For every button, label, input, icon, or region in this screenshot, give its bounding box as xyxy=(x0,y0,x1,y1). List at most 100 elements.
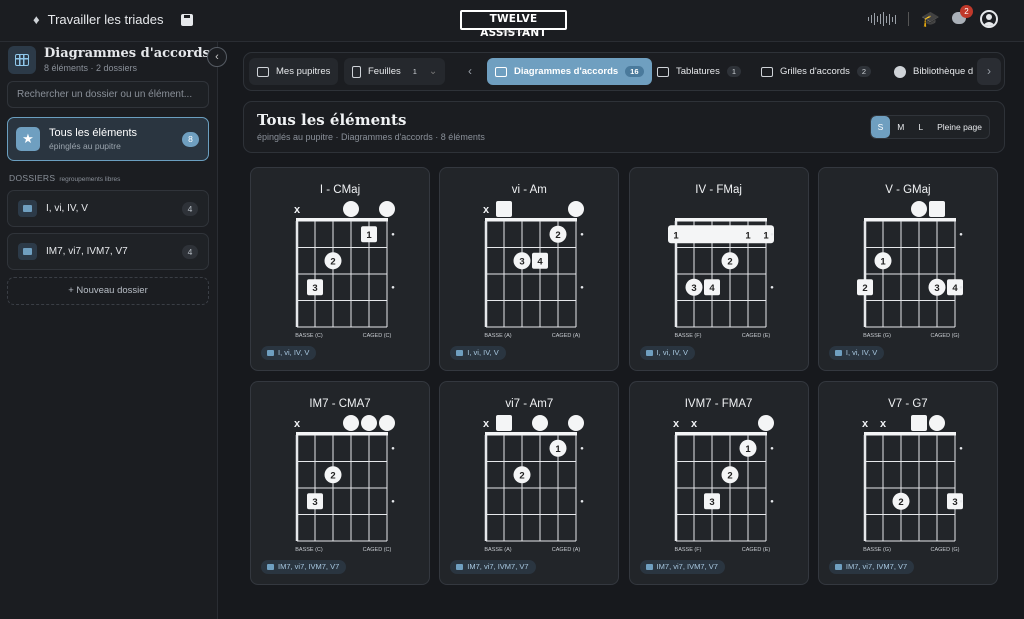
chord-diagram: x x 1 2 3 BASSE (F) CAGED (E) xyxy=(673,415,774,553)
chord-diagram: 1 1 1 2 3 4 BASSE (F) CAGED (E) xyxy=(667,218,774,339)
caged-label: CAGED (A) xyxy=(552,547,581,553)
chevron-down-icon[interactable]: ⌄ xyxy=(429,66,437,77)
all-elements-item[interactable]: ★ Tous les éléments épinglés au pupitre … xyxy=(7,117,209,161)
workspace-title[interactable]: Travailler les triades xyxy=(48,12,164,27)
open-string-mark xyxy=(361,415,377,431)
nut xyxy=(674,218,767,222)
tab-feuilles[interactable]: Feuilles 1 ⌄ xyxy=(344,58,446,85)
bass-label: BASSE (F) xyxy=(674,333,701,339)
open-string-mark xyxy=(343,201,359,217)
scroll-right-button[interactable]: › xyxy=(977,58,1001,85)
tab-tablatures[interactable]: Tablatures 1 xyxy=(649,58,749,85)
sidebar-subtitle: 8 éléments · 2 dossiers xyxy=(44,63,138,73)
open-string-mark xyxy=(532,415,549,431)
chord-card[interactable]: IV - FMaj 1 1 1 2 3 4 BASSE (F) CAGED (E) I, vi, … xyxy=(628,167,809,371)
finger-number: 2 xyxy=(898,497,903,508)
tab-diagrammes[interactable]: Diagrammes d'accords 16 xyxy=(487,58,652,85)
folder-icon xyxy=(18,243,37,260)
open-string-mark xyxy=(928,415,945,431)
finger-number: 1 xyxy=(880,256,886,267)
nut xyxy=(485,432,578,436)
folder-label: I, vi, IV, V xyxy=(46,203,88,214)
open-root-mark xyxy=(928,201,945,217)
fret-marker xyxy=(391,285,395,289)
muted-string-mark: x xyxy=(691,418,698,430)
tab-grilles[interactable]: Grilles d'accords 2 xyxy=(753,58,879,85)
chord-diagram: x x 2 3 BASSE (G) CAGED (G) xyxy=(862,415,963,553)
chord-card[interactable]: V - GMaj 1 2 3 4 BASSE (G) CAGED (G) I, vi, IV,… xyxy=(817,167,998,371)
size-s-button[interactable]: S xyxy=(870,116,891,138)
folder-tag[interactable]: IM7, vi7, IVM7, V7 xyxy=(828,560,915,574)
caged-label: CAGED (E) xyxy=(741,333,770,339)
scroll-left-button[interactable]: ‹ xyxy=(458,58,482,85)
nut xyxy=(296,218,388,222)
user-account-icon[interactable] xyxy=(980,10,998,28)
barre-finger-label: 1 xyxy=(763,230,769,241)
tab-bibliotheque[interactable]: Bibliothèque d xyxy=(886,58,981,85)
new-folder-button[interactable]: + Nouveau dossier xyxy=(7,277,209,305)
fret-marker xyxy=(580,499,584,503)
tab-label: Feuilles xyxy=(368,66,401,77)
graduation-cap-icon[interactable]: 🎓 xyxy=(921,10,940,28)
folder-item[interactable]: I, vi, IV, V 4 xyxy=(7,190,209,227)
tab-count: 1 xyxy=(726,66,742,77)
divider xyxy=(908,12,910,26)
search-input[interactable]: Rechercher un dossier ou un élément... xyxy=(7,81,209,108)
chord-card[interactable]: IVM7 - FMA7 x x 1 2 3 BASSE (F) CAGED (E) IM7, v… xyxy=(628,381,809,585)
open-root-mark xyxy=(496,415,513,431)
finger-number: 4 xyxy=(538,256,544,267)
audio-wave-icon[interactable] xyxy=(867,12,897,26)
folder-tag[interactable]: I, vi, IV, V xyxy=(639,346,695,360)
chat-icon[interactable]: 2 xyxy=(952,5,973,26)
open-string-mark xyxy=(757,415,774,431)
tab-label: Bibliothèque d xyxy=(913,66,974,77)
caged-label: CAGED (G) xyxy=(930,547,959,553)
open-string-mark xyxy=(910,201,927,217)
muted-string-mark: x xyxy=(294,204,301,216)
tab-label: Grilles d'accords xyxy=(780,66,850,77)
top-bar-left: ♦ Travailler les triades xyxy=(33,12,194,27)
finger-number: 2 xyxy=(330,256,335,267)
logo[interactable]: TWELVE ASSISTANT PREMIUM xyxy=(460,10,567,39)
notification-badge: 2 xyxy=(960,5,973,18)
collapse-sidebar-button[interactable]: ‹ xyxy=(207,47,227,67)
chord-card[interactable]: vi7 - Am7 x 1 2 BASSE (A) CAGED (A) IM7, vi7, … xyxy=(439,381,620,585)
muted-string-mark: x xyxy=(673,418,680,430)
top-bar-right: 🎓 2 xyxy=(867,5,998,28)
chord-diagram: x 2 3 BASSE (C) CAGED (C) xyxy=(294,415,395,553)
size-l-button[interactable]: L xyxy=(911,116,930,138)
chord-card[interactable]: V7 - G7 x x 2 3 BASSE (G) CAGED (G) IM7, vi7, I… xyxy=(817,381,998,585)
tab-mes-pupitres[interactable]: Mes pupitres xyxy=(249,58,339,85)
size-m-button[interactable]: M xyxy=(890,116,911,138)
chord-card[interactable]: vi - Am x 2 3 4 BASSE (A) CAGED (A) I, vi, IV, … xyxy=(439,167,620,371)
top-bar: ♦ Travailler les triades TWELVE ASSISTAN… xyxy=(0,0,1024,42)
all-elements-subtitle: épinglés au pupitre xyxy=(49,141,121,151)
fret-marker xyxy=(770,285,773,289)
open-string-mark xyxy=(568,201,585,217)
finger-number: 1 xyxy=(745,444,751,455)
chord-card[interactable]: I - CMaj x 1 2 3 BASSE (C) CAGED (C) I, vi, IV,… xyxy=(250,167,430,371)
folders-label: DOSSIERS xyxy=(9,173,56,183)
fret-marker xyxy=(391,446,395,450)
fret-marker xyxy=(580,285,584,289)
bass-label: BASSE (A) xyxy=(485,333,512,339)
fret-marker xyxy=(770,499,773,503)
folder-tag[interactable]: I, vi, IV, V xyxy=(828,346,885,360)
folder-tag[interactable]: IM7, vi7, IVM7, V7 xyxy=(450,560,536,574)
save-icon[interactable] xyxy=(181,13,194,26)
pupitres-icon xyxy=(257,66,269,77)
muted-string-mark: x xyxy=(483,204,490,216)
folder-tag[interactable]: I, vi, IV, V xyxy=(261,346,317,360)
size-full-page-button[interactable]: Pleine page xyxy=(930,116,989,138)
barre xyxy=(667,225,774,244)
folder-tag[interactable]: IM7, vi7, IVM7, V7 xyxy=(261,560,347,574)
folder-item[interactable]: IM7, vi7, IVM7, V7 4 xyxy=(7,233,209,270)
nut xyxy=(863,432,956,436)
chord-cards-grid: I - CMaj x 1 2 3 BASSE (C) CAGED (C) I, vi, IV,… xyxy=(250,167,998,585)
folder-tag[interactable]: I, vi, IV, V xyxy=(450,346,506,360)
fret-marker xyxy=(391,499,395,503)
chord-card[interactable]: IM7 - CMA7 x 2 3 BASSE (C) CAGED (C) IM7, vi7,… xyxy=(250,381,430,585)
open-string-mark xyxy=(379,415,395,431)
folder-tag[interactable]: IM7, vi7, IVM7, V7 xyxy=(639,560,725,574)
bass-label: BASSE (A) xyxy=(485,547,512,553)
